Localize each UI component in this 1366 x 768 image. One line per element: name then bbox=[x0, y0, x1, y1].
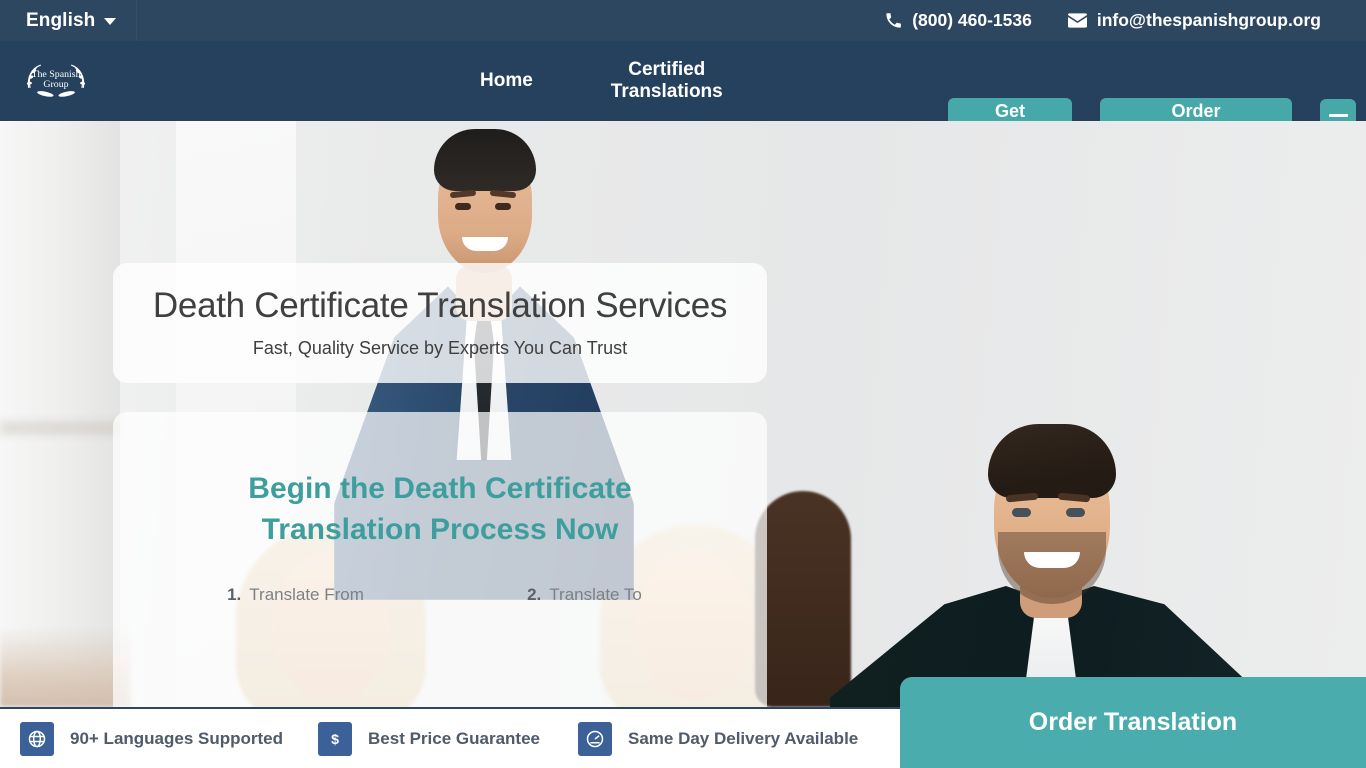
page-subtitle: Fast, Quality Service by Experts You Can… bbox=[252, 338, 628, 359]
globe-icon bbox=[20, 721, 54, 756]
language-label: English bbox=[26, 9, 96, 31]
main-navbar: The Spanish Group Home Certified Transla… bbox=[0, 41, 1366, 147]
background-person-man-right bbox=[830, 416, 1270, 707]
feature-best-price: $ Best Price Guarantee bbox=[318, 721, 540, 756]
quote-form-card: Begin the Death Certificate Translation … bbox=[113, 412, 767, 707]
step-1-number: 1. bbox=[227, 584, 242, 604]
logo-text-line2: Group bbox=[43, 79, 68, 90]
top-utility-bar: English (800) 460-1536 info@thespanishgr… bbox=[0, 0, 1366, 41]
hero-title-card: Death Certificate Translation Services F… bbox=[113, 263, 767, 383]
nav-item-certified-translations[interactable]: Certified Translations bbox=[611, 59, 723, 104]
phone-number: (800) 460-1536 bbox=[912, 10, 1032, 30]
step-2-label: Translate To bbox=[549, 584, 642, 604]
step-translate-from: 1. Translate From bbox=[151, 585, 440, 605]
language-selector[interactable]: English bbox=[0, 0, 138, 41]
phone-link[interactable]: (800) 460-1536 bbox=[885, 10, 1032, 31]
feature-same-day-delivery: Same Day Delivery Available bbox=[577, 721, 859, 756]
contact-info-group: (800) 460-1536 info@thespanishgroup.org bbox=[885, 10, 1366, 31]
page-title: Death Certificate Translation Services bbox=[152, 285, 728, 325]
feature-best-price-label: Best Price Guarantee bbox=[368, 728, 540, 748]
envelope-icon bbox=[1067, 13, 1087, 28]
step-translate-to: 2. Translate To bbox=[440, 585, 729, 605]
background-desk bbox=[0, 627, 130, 707]
floating-order-translation-button[interactable]: Order Translation bbox=[900, 677, 1366, 768]
speedometer-icon bbox=[577, 721, 612, 756]
caret-down-icon bbox=[104, 18, 117, 25]
email-address: info@thespanishgroup.org bbox=[1096, 10, 1321, 30]
step-1-label: Translate From bbox=[249, 584, 364, 604]
svg-text:$: $ bbox=[331, 732, 339, 748]
nav-item-home[interactable]: Home bbox=[480, 70, 533, 92]
feature-languages: 90+ Languages Supported bbox=[20, 721, 284, 756]
site-logo[interactable]: The Spanish Group bbox=[18, 57, 94, 105]
feature-languages-label: 90+ Languages Supported bbox=[70, 728, 284, 748]
step-2-number: 2. bbox=[527, 584, 542, 604]
email-link[interactable]: info@thespanishgroup.org bbox=[1067, 10, 1321, 31]
nav-links: Home Certified Translations bbox=[480, 59, 723, 104]
form-steps: 1. Translate From 2. Translate To bbox=[113, 585, 767, 605]
feature-same-day-label: Same Day Delivery Available bbox=[627, 728, 859, 748]
hero-section: Death Certificate Translation Services F… bbox=[0, 121, 1366, 707]
form-heading: Begin the Death Certificate Translation … bbox=[248, 472, 632, 547]
phone-icon bbox=[885, 12, 902, 29]
background-shelf bbox=[0, 121, 120, 707]
dollar-icon: $ bbox=[318, 721, 353, 756]
hamburger-bar bbox=[1328, 113, 1348, 117]
